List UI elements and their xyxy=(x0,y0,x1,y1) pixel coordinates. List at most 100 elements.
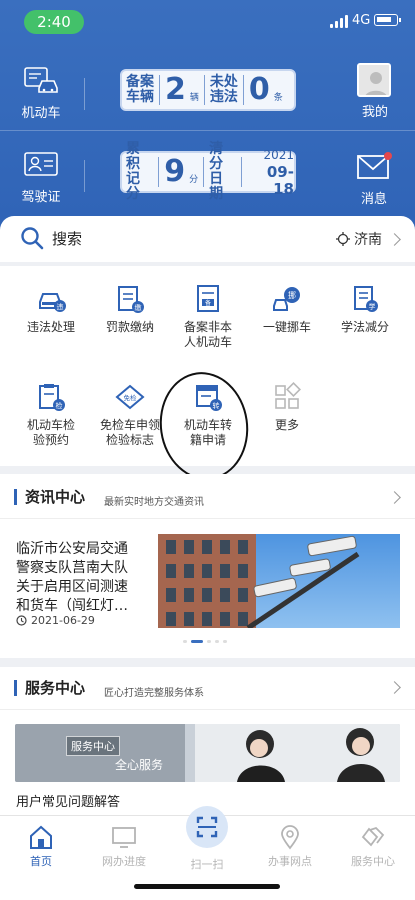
avatar[interactable] xyxy=(357,63,391,97)
vehicle-entry[interactable]: 机动车 xyxy=(18,66,64,121)
service-move-car[interactable]: 挪 一键挪车 xyxy=(245,284,329,335)
city-selector[interactable]: 济南 xyxy=(336,229,382,249)
tab-home[interactable]: 首页 xyxy=(6,824,76,869)
license-label: 驾驶证 xyxy=(21,190,61,205)
news-headline[interactable]: 临沂市公安局交通警察支队莒南大队关于启用区间测速和货车（闯红灯… xyxy=(16,540,134,616)
service-violation-handling[interactable]: 违 违法处理 xyxy=(9,284,93,335)
scan-button[interactable] xyxy=(186,806,228,848)
move-car-icon: 挪 xyxy=(273,287,300,311)
divider xyxy=(0,709,415,710)
tab-label: 扫一扫 xyxy=(190,858,224,871)
news-date-row: 2021-06-29 xyxy=(16,614,95,627)
panel-label-line2: 车辆 xyxy=(126,89,154,105)
badge-study: 学 xyxy=(369,302,376,311)
clear-date-year: 2021 xyxy=(263,147,294,162)
service-center-banner[interactable]: 服务中心 全心服务 xyxy=(15,724,400,782)
tab-progress[interactable]: 网办进度 xyxy=(89,824,159,869)
panel-separator xyxy=(203,75,205,105)
traffic-camera-photo xyxy=(158,534,400,628)
tab-label: 办事网点 xyxy=(268,855,312,868)
service-label: 更多 xyxy=(274,418,299,432)
panel-separator xyxy=(241,157,243,187)
banner-text: 全心服务 xyxy=(115,758,164,772)
scan-icon xyxy=(196,816,218,838)
service-center-subtitle: 匠心打造完整服务体系 xyxy=(104,688,204,699)
status-time: 2:40 xyxy=(24,10,84,34)
home-icon xyxy=(30,825,52,849)
news-image[interactable] xyxy=(158,534,400,628)
clock-icon xyxy=(16,615,27,626)
tab-label: 服务中心 xyxy=(351,855,395,868)
service-label: 一键挪车 xyxy=(262,320,311,334)
clear-date: 2021 09-18 xyxy=(247,147,294,198)
carousel-dot-active xyxy=(191,640,203,643)
badge-violation: 违 xyxy=(57,303,64,311)
score-label: 累积 记分 xyxy=(126,142,153,202)
panel-separator xyxy=(159,75,160,105)
carousel-indicator xyxy=(183,640,227,643)
signal-icon xyxy=(330,14,348,28)
service-label: 学法减分 xyxy=(340,320,389,334)
battery-icon xyxy=(374,14,401,26)
news-title: 资讯中心 xyxy=(14,489,85,505)
mail-icon xyxy=(357,152,392,179)
search-bar[interactable]: 搜索 济南 xyxy=(0,216,415,262)
panel-label-line1: 未处 xyxy=(209,74,238,90)
score-count: 9 xyxy=(164,154,186,189)
city-label: 济南 xyxy=(354,232,382,248)
service-study-deduct[interactable]: 学 学法减分 xyxy=(323,284,407,335)
service-inspection-booking[interactable]: 检 机动车检 验预约 xyxy=(9,382,93,448)
status-bar: 2:40 4G xyxy=(0,0,415,44)
news-date: 2021-06-29 xyxy=(31,614,95,627)
car-icon xyxy=(24,67,58,93)
divider xyxy=(84,78,85,110)
car-violation-icon: 违 xyxy=(39,293,66,312)
tab-label: 首页 xyxy=(30,855,52,868)
tab-label: 网办进度 xyxy=(102,855,146,868)
tab-outlets[interactable]: 办事网点 xyxy=(255,824,325,869)
panel-label-line1: 累积 xyxy=(126,141,140,172)
license-entry[interactable]: 驾驶证 xyxy=(18,152,64,205)
monitor-icon xyxy=(112,827,136,848)
violation-unit: 条 xyxy=(273,92,283,103)
badge-record: 备 xyxy=(205,299,211,307)
panel-separator xyxy=(203,157,205,187)
home-indicator xyxy=(134,884,280,889)
payment-doc-icon: 缴 xyxy=(118,286,144,313)
badge-exempt: 免检 xyxy=(124,393,138,402)
vehicle-label: 机动车 xyxy=(21,106,61,121)
locate-icon xyxy=(336,232,350,246)
message-entry[interactable]: 消息 xyxy=(353,150,395,207)
service-fine-payment[interactable]: 缴 罚款缴纳 xyxy=(88,284,172,335)
service-label: 罚款缴纳 xyxy=(105,320,154,334)
tab-service-center[interactable]: 服务中心 xyxy=(338,824,408,869)
mine-label[interactable]: 我的 xyxy=(355,101,395,120)
faq-link[interactable]: 用户常见问题解答 xyxy=(16,791,120,810)
registered-vehicle-label: 备案 车辆 xyxy=(126,75,154,105)
panel-label-line1: 备案 xyxy=(126,74,154,90)
panel-label-line2: 违法 xyxy=(209,89,238,105)
panel-label-line1: 清分 xyxy=(209,141,224,172)
service-record-other-vehicle[interactable]: 备 备案非本 人机动车 xyxy=(166,284,250,350)
study-doc-icon: 学 xyxy=(354,286,378,312)
score-summary-panel[interactable]: 累积 记分 9 分 清分 日期 2021 09-18 xyxy=(120,142,296,202)
service-label: 备案非本 人机动车 xyxy=(183,320,232,349)
carousel-dot xyxy=(223,640,227,643)
panel-label-line2: 日期 xyxy=(209,171,224,202)
service-label: 机动车检 验预约 xyxy=(26,418,75,447)
more-grid-icon xyxy=(275,382,301,409)
vehicle-summary-panel[interactable]: 备案 车辆 2 辆 未处 违法 0 条 xyxy=(120,69,296,111)
badge-move: 挪 xyxy=(288,290,296,300)
carousel-dot xyxy=(215,640,219,643)
header: 2:40 4G 机动车 备案 车辆 2 辆 未处 违法 0 条 我的 驾驶证 累… xyxy=(0,0,415,240)
tab-scan[interactable]: 扫一扫 xyxy=(172,856,242,872)
service-label: 违法处理 xyxy=(26,320,75,334)
record-doc-icon: 备 xyxy=(197,285,219,312)
service-more[interactable]: 更多 xyxy=(245,382,329,433)
chevron-right-icon xyxy=(388,233,401,246)
carousel-dot xyxy=(207,640,211,643)
service-label: 免检车申领 检验标志 xyxy=(99,418,160,447)
handshake-icon xyxy=(361,826,385,847)
header-divider xyxy=(0,130,415,131)
search-input[interactable]: 搜索 xyxy=(52,228,82,249)
